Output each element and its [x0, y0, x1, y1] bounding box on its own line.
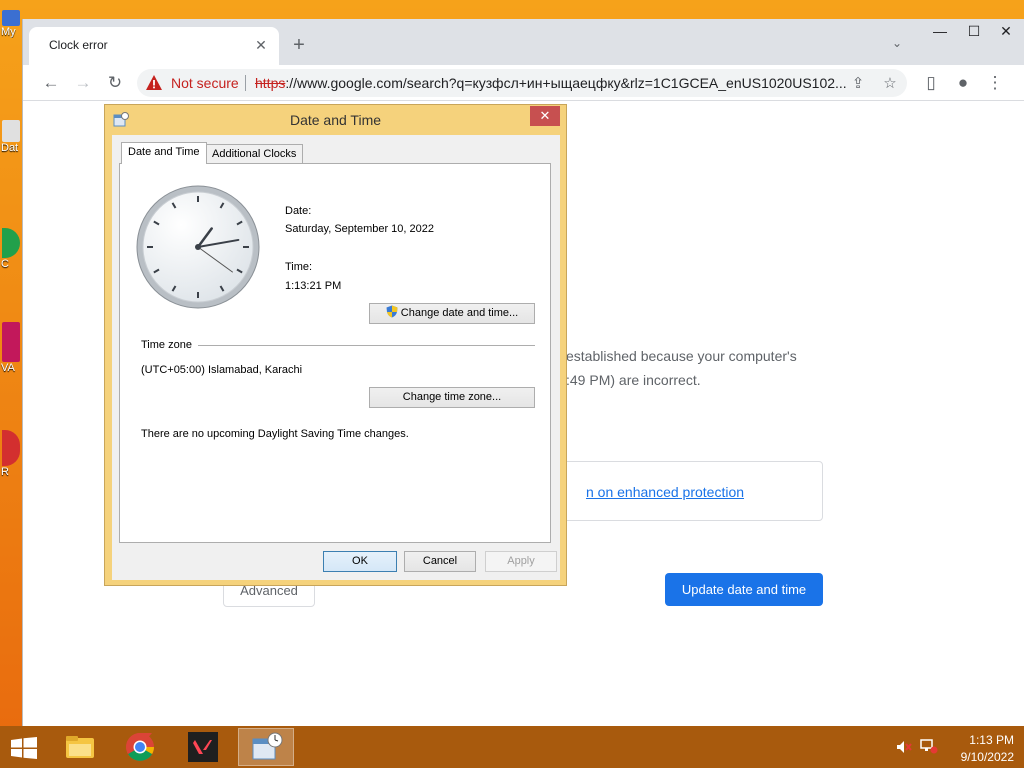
desktop-icon-label: Dat [1, 142, 19, 154]
windows-start-icon[interactable] [10, 737, 38, 759]
url-rest: ://www.google.com/search?q=кузфсл+ин+ыща… [285, 75, 847, 91]
timezone-value: (UTC+05:00) Islamabad, Karachi [141, 364, 303, 376]
enhanced-protection-link[interactable]: n on enhanced protection [586, 484, 744, 500]
url-scheme: https [255, 75, 286, 91]
reload-button[interactable]: ↻ [101, 69, 129, 97]
tab-title: Clock error [49, 38, 108, 52]
maximize-button[interactable]: ☐ [957, 19, 991, 45]
forward-button[interactable]: → [69, 69, 97, 97]
folder-icon [66, 736, 94, 758]
window-close-button[interactable]: ✕ [989, 19, 1023, 45]
back-button[interactable]: ← [37, 69, 65, 97]
network-icon[interactable] [920, 738, 938, 754]
not-secure-label[interactable]: Not secure [171, 75, 239, 91]
taskbar: 1:13 PM 9/10/2022 [0, 726, 1024, 768]
taskbar-clock-time[interactable]: 1:13 PM [944, 733, 1014, 747]
change-date-time-button[interactable]: Change date and time... [369, 303, 535, 324]
timezone-heading: Time zone [141, 339, 198, 351]
time-label: Time: [285, 261, 313, 273]
share-icon[interactable]: ⇪ [847, 73, 869, 95]
date-time-dialog: Date and Time ✕ Date and Time Additional… [104, 104, 567, 586]
taskbar-date-time[interactable] [238, 728, 294, 766]
taskbar-clock-date[interactable]: 9/10/2022 [944, 750, 1014, 764]
warning-icon[interactable] [145, 74, 163, 92]
dialog-close-button[interactable]: ✕ [530, 106, 560, 126]
minimize-button[interactable]: — [923, 19, 957, 45]
profile-avatar-icon[interactable]: ● [949, 69, 977, 97]
time-value: 1:13:21 PM [285, 280, 342, 292]
date-value: Saturday, September 10, 2022 [285, 223, 435, 235]
desktop-icon-valorant[interactable]: VA [0, 322, 22, 374]
file-icon [2, 120, 20, 142]
desktop-icon-label: R [1, 466, 9, 478]
change-date-time-label: Change date and time... [400, 307, 519, 319]
new-tab-button[interactable]: + [285, 31, 313, 59]
error-text-line1: established because your computer's [566, 348, 797, 364]
taskbar-valorant[interactable] [176, 728, 232, 766]
dst-notice: There are no upcoming Daylight Saving Ti… [141, 428, 409, 440]
date-label: Date: [285, 205, 312, 217]
desktop-icon-date[interactable]: Dat [0, 120, 22, 154]
change-time-zone-button[interactable]: Change time zone... [369, 387, 535, 408]
cancel-button[interactable]: Cancel [404, 551, 476, 572]
desktop-icon-chrome[interactable]: C [0, 228, 22, 270]
desktop-icon-r[interactable]: R [0, 430, 22, 478]
desktop-icon-label: VA [1, 362, 15, 374]
tab-additional-clocks[interactable]: Additional Clocks [205, 144, 304, 164]
valorant-icon [2, 322, 20, 362]
dialog-titlebar[interactable]: Date and Time ✕ [105, 105, 566, 135]
menu-icon[interactable]: ⋮ [981, 69, 1009, 97]
analog-clock [136, 185, 260, 309]
shield-icon [386, 305, 398, 318]
valorant-icon [188, 732, 218, 762]
enhanced-protection-box: n on enhanced protection [545, 461, 823, 521]
taskbar-chrome[interactable] [112, 728, 168, 766]
url-text[interactable]: https://www.google.com/search?q=кузфсл+и… [255, 75, 855, 91]
separator [141, 345, 535, 346]
separator [245, 75, 246, 91]
taskbar-file-explorer[interactable] [52, 728, 108, 766]
app-icon [2, 430, 20, 466]
speaker-muted-icon[interactable] [896, 740, 912, 754]
tab-bar: Clock error ✕ + ⌄ — ☐ ✕ [23, 19, 1024, 65]
chrome-icon [2, 228, 20, 258]
tab-panel: Date: Saturday, September 10, 2022 Time:… [119, 163, 551, 543]
desktop-icon-my-computer[interactable]: My [0, 10, 22, 38]
apply-button[interactable]: Apply [485, 551, 557, 572]
side-panel-icon[interactable]: ▯ [917, 69, 945, 97]
bookmark-star-icon[interactable]: ☆ [879, 73, 901, 95]
desktop-icons: My Dat C VA R [0, 0, 22, 720]
address-bar[interactable]: Not secure https://www.google.com/search… [137, 69, 907, 97]
tab-close-icon[interactable]: ✕ [251, 35, 271, 55]
desktop-icon-label: My [1, 26, 16, 38]
tab-clock-error[interactable]: Clock error ✕ [29, 27, 279, 65]
computer-icon [2, 10, 20, 26]
chrome-icon [126, 733, 154, 761]
dialog-title: Date and Time [289, 112, 382, 128]
tab-search-icon[interactable]: ⌄ [885, 31, 909, 55]
dialog-body: Date and Time Additional Clocks Date: Sa… [112, 135, 560, 580]
update-date-time-button[interactable]: Update date and time [665, 573, 823, 606]
ok-button[interactable]: OK [323, 551, 397, 572]
browser-toolbar: ← → ↻ Not secure https://www.google.com/… [23, 65, 1024, 101]
error-text-line2: :49 PM) are incorrect. [566, 372, 701, 388]
desktop-icon-label: C [1, 258, 9, 270]
tab-date-and-time[interactable]: Date and Time [121, 142, 207, 164]
calendar-clock-icon [252, 732, 283, 760]
